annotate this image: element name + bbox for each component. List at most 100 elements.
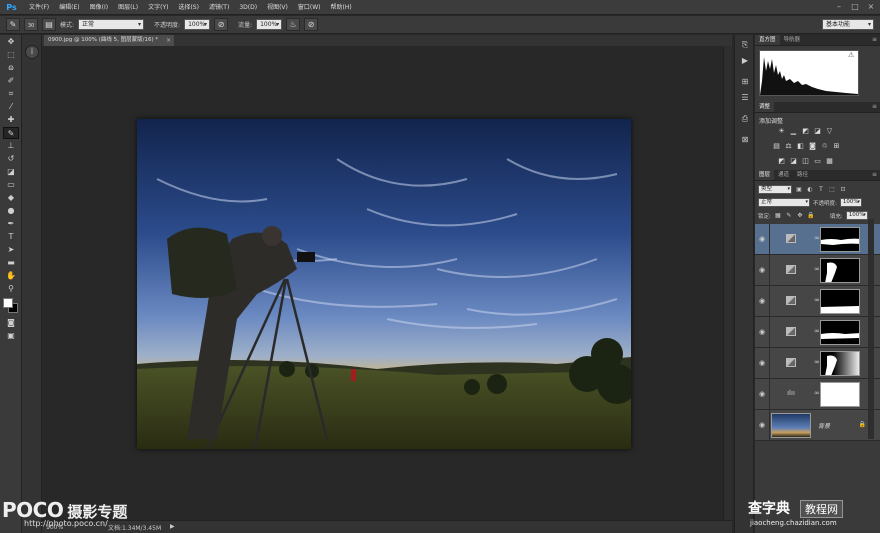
layer-levels-1[interactable]: ◉ ılıı ∞: [755, 379, 880, 410]
layer-mask-thumb[interactable]: [820, 382, 860, 407]
info-icon[interactable]: i: [25, 45, 39, 59]
lock-all-icon[interactable]: 🔒: [807, 212, 815, 220]
actions-panel-icon[interactable]: ▶: [738, 54, 752, 67]
minimize-icon[interactable]: –: [834, 2, 844, 12]
tab-paths[interactable]: 路径: [793, 170, 812, 180]
chain-link-icon[interactable]: ∞: [814, 234, 820, 242]
tab-channels[interactable]: 通道: [774, 170, 793, 180]
posterize-icon[interactable]: ◪: [789, 157, 798, 165]
chain-link-icon[interactable]: ∞: [814, 358, 820, 366]
brush-size-picker[interactable]: 30: [24, 18, 38, 31]
document-tab[interactable]: 0900.jpg @ 100% (曲线 5, 图层蒙版/16) * ×: [44, 35, 175, 46]
curves-icon[interactable]: ◩: [801, 127, 810, 135]
menu-select[interactable]: 选择(S): [173, 0, 204, 15]
exposure-icon[interactable]: ◪: [813, 127, 822, 135]
eye-icon[interactable]: ◉: [759, 266, 765, 274]
adjustment-filter-icon[interactable]: ◐: [806, 186, 814, 194]
curves-adjustment-thumb[interactable]: [786, 327, 796, 336]
invert-icon[interactable]: ◩: [777, 157, 786, 165]
panel-menu-icon[interactable]: ≡: [872, 35, 877, 45]
pressure-size-icon[interactable]: ⊘: [304, 18, 319, 31]
lock-transparent-icon[interactable]: ▦: [774, 212, 782, 220]
brush-tool-preset-icon[interactable]: ✎: [6, 18, 20, 31]
screen-mode-icon[interactable]: ▣: [3, 330, 19, 342]
eye-icon[interactable]: ◉: [759, 235, 765, 243]
menu-layer[interactable]: 图层(L): [113, 0, 143, 15]
crop-tool-icon[interactable]: ⌗: [3, 88, 19, 100]
maximize-icon[interactable]: □: [850, 2, 860, 12]
layers-scrollbar[interactable]: [868, 219, 874, 439]
workspace-select[interactable]: 基本功能: [822, 19, 874, 30]
hue-saturation-icon[interactable]: ▤: [772, 142, 781, 150]
layer-mask-thumb[interactable]: [820, 320, 860, 345]
pixel-filter-icon[interactable]: ▣: [795, 186, 803, 194]
layer-mask-thumb[interactable]: [820, 258, 860, 283]
blend-mode-select[interactable]: 正常: [758, 198, 810, 207]
layer-mask-thumb[interactable]: [820, 351, 860, 376]
menu-filter[interactable]: 滤镜(T): [204, 0, 234, 15]
airbrush-icon[interactable]: ♨: [286, 18, 301, 31]
layer-background[interactable]: ◉ 背景 🔒: [755, 410, 880, 441]
tab-histogram[interactable]: 直方图: [755, 35, 780, 45]
chain-link-icon[interactable]: ∞: [814, 389, 820, 397]
path-select-tool-icon[interactable]: ➤: [3, 244, 19, 256]
status-menu-arrow-icon[interactable]: ▶: [170, 523, 175, 530]
chain-link-icon[interactable]: ∞: [814, 327, 820, 335]
eye-icon[interactable]: ◉: [759, 421, 765, 429]
layer-curves-3[interactable]: ◉ ∞: [755, 286, 880, 317]
lock-position-icon[interactable]: ✥: [796, 212, 804, 220]
background-layer-name[interactable]: 背景: [818, 421, 830, 430]
eye-icon[interactable]: ◉: [759, 390, 765, 398]
type-tool-icon[interactable]: T: [3, 231, 19, 243]
layer-mask-thumb[interactable]: [820, 289, 860, 314]
rectangle-tool-icon[interactable]: ▬: [3, 257, 19, 269]
tab-navigator[interactable]: 导航器: [780, 35, 805, 45]
menu-window[interactable]: 窗口(W): [293, 0, 326, 15]
move-tool-icon[interactable]: ✥: [3, 36, 19, 48]
menu-type[interactable]: 文字(Y): [143, 0, 173, 15]
healing-brush-tool-icon[interactable]: ✚: [3, 114, 19, 126]
brush-tool-icon[interactable]: ✎: [3, 127, 19, 139]
clone-stamp-tool-icon[interactable]: ⊥: [3, 140, 19, 152]
flow-input[interactable]: 100%: [256, 19, 283, 30]
type-filter-icon[interactable]: T: [817, 186, 825, 194]
shape-filter-icon[interactable]: ⬚: [828, 186, 836, 194]
color-lookup-icon[interactable]: ⊞: [832, 142, 841, 150]
fill-input[interactable]: 100%: [845, 211, 868, 220]
menu-edit[interactable]: 编辑(E): [54, 0, 84, 15]
curves-adjustment-thumb[interactable]: [786, 296, 796, 305]
pressure-opacity-icon[interactable]: ⊘: [214, 18, 229, 31]
gradient-tool-icon[interactable]: ▭: [3, 179, 19, 191]
tool-presets-icon[interactable]: ⊞: [738, 75, 752, 88]
layer-mask-thumb[interactable]: [820, 227, 860, 252]
eraser-tool-icon[interactable]: ◪: [3, 166, 19, 178]
black-white-icon[interactable]: ◧: [796, 142, 805, 150]
styles-panel-icon[interactable]: ⊠: [738, 133, 752, 146]
quick-select-tool-icon[interactable]: ✐: [3, 75, 19, 87]
color-balance-icon[interactable]: ⚖: [784, 142, 793, 150]
curves-adjustment-thumb[interactable]: [786, 265, 796, 274]
lasso-tool-icon[interactable]: ɷ: [3, 62, 19, 74]
canvas-vertical-scrollbar[interactable]: [723, 46, 732, 520]
menu-view[interactable]: 视图(V): [262, 0, 293, 15]
eye-icon[interactable]: ◉: [759, 328, 765, 336]
photo-filter-icon[interactable]: ◙: [808, 142, 817, 150]
quick-mask-icon[interactable]: ◙: [3, 317, 19, 329]
cache-warning-icon[interactable]: ⚠: [848, 51, 854, 59]
brush-presets-icon[interactable]: ☰: [738, 91, 752, 104]
marquee-tool-icon[interactable]: ⬚: [3, 49, 19, 61]
eye-icon[interactable]: ◉: [759, 359, 765, 367]
menu-help[interactable]: 帮助(H): [326, 0, 357, 15]
layer-curves-5[interactable]: ◉ ∞: [755, 224, 880, 255]
history-brush-tool-icon[interactable]: ↺: [3, 153, 19, 165]
vibrance-icon[interactable]: ▽: [825, 127, 834, 135]
levels-icon[interactable]: ▁: [789, 127, 798, 135]
foreground-color-swatch[interactable]: [3, 298, 13, 308]
brush-panel-toggle-icon[interactable]: ▤: [42, 18, 56, 31]
selective-color-icon[interactable]: ▦: [825, 157, 834, 165]
layer-kind-filter[interactable]: 类型: [758, 185, 792, 194]
hand-tool-icon[interactable]: ✋: [3, 270, 19, 282]
color-swatches[interactable]: [3, 298, 19, 314]
layer-curves-4[interactable]: ◉ ∞: [755, 255, 880, 286]
layer-opacity-input[interactable]: 100%: [839, 198, 862, 207]
